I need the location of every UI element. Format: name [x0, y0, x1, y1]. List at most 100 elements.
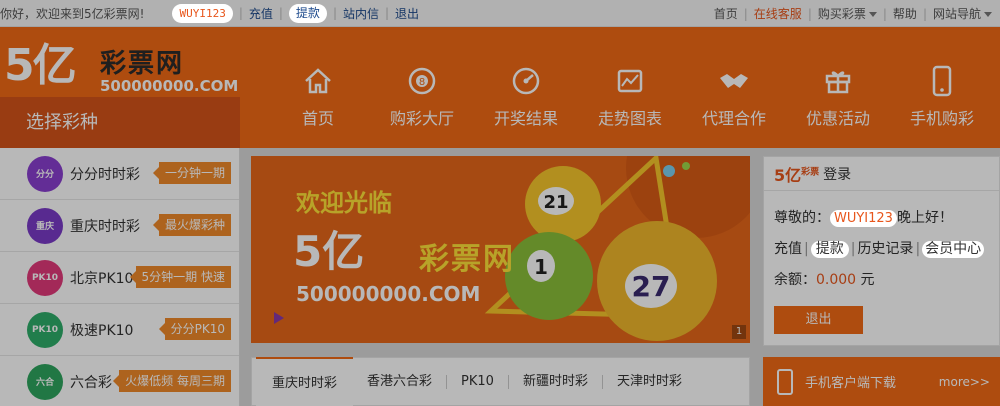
- online-service-link[interactable]: 在线客服: [754, 5, 802, 22]
- greeting-suffix: 晚上好！: [896, 210, 953, 226]
- sidebar-item-label: 分分时时彩: [70, 166, 140, 183]
- cqssc-icon: 重庆: [27, 207, 63, 244]
- sidebar-title: 选择彩种: [0, 97, 240, 148]
- deposit-link[interactable]: 充值: [249, 5, 273, 22]
- sidebar-item-tag: 5分钟一期 快速: [129, 266, 231, 288]
- account-links: 充值 | 提款 | 历史记录 | 会员中心: [774, 238, 985, 258]
- page: 你好，欢迎来到5亿彩票网! WUYI123 | 充值 | 提款 | 站内信 | …: [0, 0, 1000, 406]
- tab-xjssc[interactable]: 新疆时时彩: [507, 374, 602, 389]
- lhc-icon: 六合: [27, 363, 63, 400]
- panel-username[interactable]: WUYI123: [830, 210, 897, 227]
- sidebar-item-bjpk10[interactable]: PK10 北京PK10 5分钟一期 快速: [0, 252, 239, 304]
- nav-item-results[interactable]: 开奖结果: [474, 27, 578, 148]
- panel-title: 登录: [823, 166, 852, 183]
- divider: |: [385, 6, 390, 20]
- panel-logo: 5亿彩票: [774, 162, 819, 186]
- nav-label: 手机购彩: [909, 109, 974, 128]
- nav-item-lottery-hall[interactable]: 8 购彩大厅: [370, 27, 474, 148]
- tab-tjssc[interactable]: 天津时时彩: [601, 374, 696, 389]
- divider: |: [278, 6, 283, 20]
- panel-header: 5亿彩票 登录: [764, 157, 999, 191]
- banner-page-indicator[interactable]: 1: [732, 325, 746, 339]
- promo-banner[interactable]: 21 1 27 欢迎光临 5亿 彩票网 500000000.COM 1: [251, 156, 750, 343]
- logout-link[interactable]: 退出: [395, 5, 419, 22]
- balance-unit: 元: [860, 272, 875, 288]
- nav-label: 代理合作: [701, 109, 766, 128]
- deposit-link[interactable]: 充值: [774, 241, 802, 257]
- sidebar-item-cqssc[interactable]: 重庆 重庆时时彩 最火爆彩种: [0, 200, 239, 252]
- home-icon: [300, 63, 336, 99]
- nav-item-mobile[interactable]: 手机购彩: [890, 27, 994, 148]
- sidebar-item-label: 极速PK10: [70, 322, 134, 339]
- sidebar-item-label: 重庆时时彩: [70, 218, 140, 235]
- nav-label: 优惠活动: [805, 109, 870, 128]
- sidebar-item-jspk10[interactable]: PK10 极速PK10 分分PK10: [0, 304, 239, 356]
- help-link[interactable]: 帮助: [893, 5, 917, 22]
- sidebar-item-label: 北京PK10: [70, 270, 134, 287]
- phone-icon: [777, 368, 793, 395]
- nav-item-home[interactable]: 首页: [266, 27, 370, 148]
- app-download-bar[interactable]: 手机客户端下载 more>>: [763, 357, 1000, 406]
- lottery-ball-icon: 8: [404, 63, 440, 99]
- site-nav-label: 网站导航: [932, 7, 981, 21]
- phone-icon: [924, 63, 960, 99]
- pk10-icon: PK10: [27, 259, 63, 296]
- buy-lottery-label: 购买彩票: [817, 7, 866, 21]
- tab-hk-lhc[interactable]: 香港六合彩: [353, 374, 446, 389]
- divider: |: [807, 6, 812, 21]
- logo-text: 彩票网: [100, 49, 185, 79]
- withdraw-link[interactable]: 提款: [288, 3, 327, 23]
- tab-cqssc[interactable]: 重庆时时彩: [256, 357, 354, 406]
- sidebar-item-ffssc[interactable]: 分分 分分时时彩 一分钟一期: [0, 148, 239, 200]
- member-center-link[interactable]: 会员中心: [922, 241, 985, 258]
- home-link[interactable]: 首页: [714, 5, 738, 22]
- divider: |: [915, 241, 921, 257]
- history-link[interactable]: 历史记录: [857, 241, 913, 257]
- topbar-username[interactable]: WUYI123: [172, 3, 233, 23]
- divider: |: [743, 6, 748, 21]
- lottery-balls-illustration: 21 1 27: [484, 156, 750, 341]
- buy-lottery-menu[interactable]: 购买彩票: [818, 5, 877, 22]
- nav-item-trend-charts[interactable]: 走势图表: [578, 27, 682, 148]
- chevron-down-icon: [868, 12, 877, 17]
- banner-domain: 500000000.COM: [296, 282, 481, 306]
- sidebar-item-lhc[interactable]: 六合 六合彩 火爆低频 每周三期: [0, 356, 239, 406]
- banner-logo-text: 彩票网: [419, 242, 515, 277]
- logo-mark: 5亿: [4, 40, 77, 91]
- app-download-text: 手机客户端下载: [805, 376, 897, 391]
- site-nav-menu[interactable]: 网站导航: [933, 5, 992, 22]
- ffssc-icon: 分分: [27, 155, 63, 192]
- more-link[interactable]: more>>: [939, 375, 990, 389]
- nav-item-promotions[interactable]: 优惠活动: [786, 27, 890, 148]
- nav-item-agency[interactable]: 代理合作: [682, 27, 786, 148]
- inbox-link[interactable]: 站内信: [343, 5, 379, 22]
- pk10-icon: PK10: [27, 311, 63, 348]
- divider: |: [850, 241, 856, 257]
- ball-number: 21: [543, 192, 568, 213]
- play-icon[interactable]: [274, 312, 284, 324]
- ball-number: 1: [534, 255, 548, 279]
- site-logo[interactable]: 5亿 彩票网 500000000.COM: [4, 39, 244, 99]
- withdraw-link[interactable]: 提款: [810, 241, 849, 258]
- balance-label: 余额：: [774, 272, 816, 288]
- top-right-links: 首页 | 在线客服 | 购买彩票 | 帮助 | 网站导航: [714, 0, 992, 27]
- tab-pk10[interactable]: PK10: [446, 374, 508, 389]
- divider: |: [332, 6, 337, 20]
- main-nav: 首页 8 购彩大厅 开奖结果 走势图表 代理合作 优惠活动 手机购彩: [266, 27, 994, 148]
- logout-button[interactable]: 退出: [774, 306, 863, 334]
- top-bar: 你好，欢迎来到5亿彩票网! WUYI123 | 充值 | 提款 | 站内信 | …: [0, 0, 1000, 27]
- divider: |: [238, 6, 243, 20]
- greeting-line: 尊敬的： WUYI123 晚上好！: [774, 207, 953, 227]
- account-panel: 5亿彩票 登录 尊敬的： WUYI123 晚上好！ 充值 | 提款 | 历史记录 | 会员中心 …: [763, 156, 1000, 346]
- divider: |: [804, 241, 809, 257]
- sidebar-item-label: 六合彩: [70, 374, 112, 391]
- nav-label: 走势图表: [597, 109, 662, 128]
- divider: |: [882, 6, 887, 21]
- divider: |: [922, 6, 927, 21]
- nav-label: 开奖结果: [493, 109, 558, 128]
- nav-label: 首页: [301, 109, 334, 128]
- sidebar-item-tag: 分分PK10: [158, 318, 231, 340]
- sidebar-item-tag: 一分钟一期: [152, 162, 231, 184]
- lottery-tabs: 重庆时时彩 香港六合彩 PK10 新疆时时彩 天津时时彩: [251, 357, 750, 406]
- banner-welcome: 欢迎光临: [296, 189, 392, 217]
